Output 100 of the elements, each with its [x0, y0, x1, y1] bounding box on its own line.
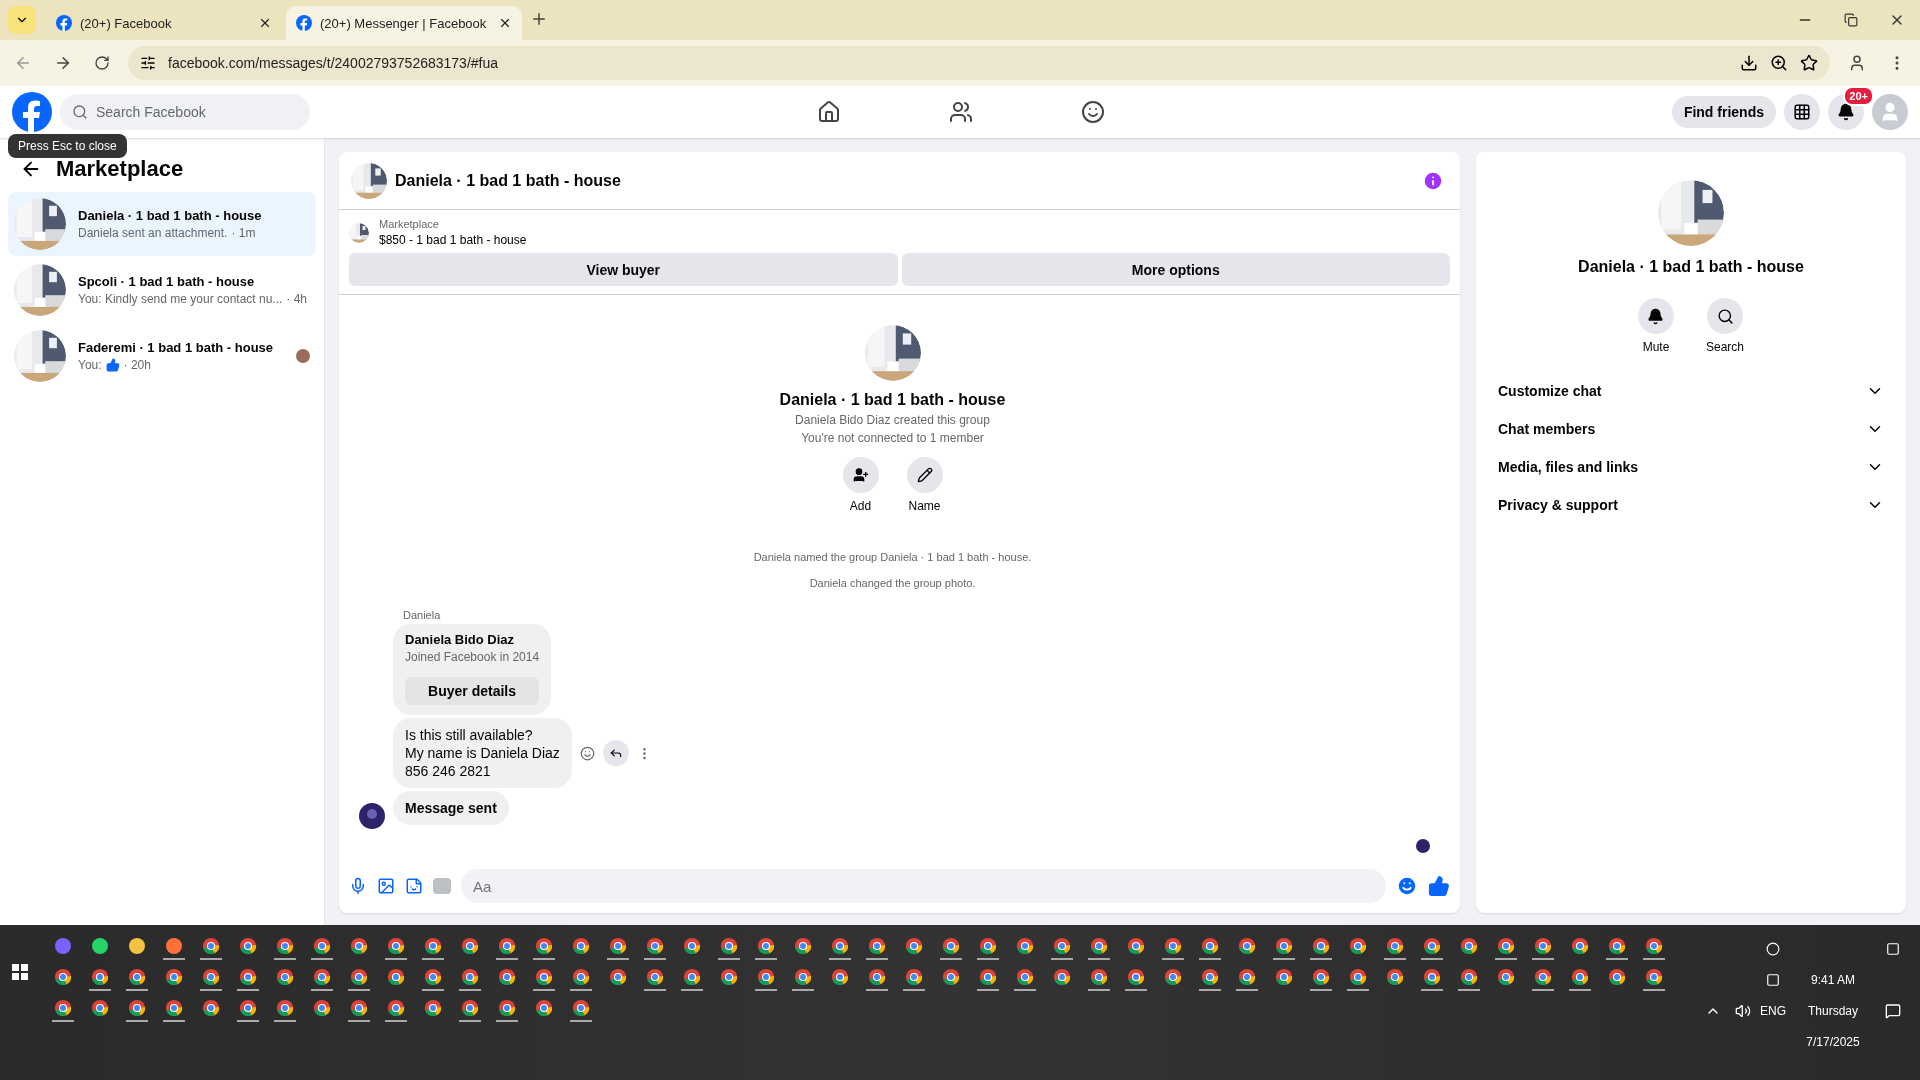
browser-icon[interactable]	[497, 999, 516, 1017]
browser-icon[interactable]	[1200, 968, 1219, 986]
browser-icon[interactable]	[312, 937, 331, 955]
browser-icon[interactable]	[275, 968, 294, 986]
browser-icon[interactable]	[1274, 937, 1293, 955]
search-button[interactable]	[1707, 298, 1743, 334]
menu-grid-button[interactable]	[1784, 94, 1820, 130]
conversation-item[interactable]: Spcoli · 1 bad 1 bath - house You: Kindly send me your contact nu... · 4h	[8, 258, 316, 322]
browser-icon[interactable]	[682, 968, 701, 986]
browser-icon[interactable]	[1126, 937, 1145, 955]
details-section[interactable]: Customize chat	[1490, 372, 1892, 410]
details-section[interactable]: Media, files and links	[1490, 448, 1892, 486]
browser-icon[interactable]	[460, 968, 479, 986]
home-icon[interactable]	[816, 100, 841, 124]
browser-icon[interactable]	[756, 968, 775, 986]
bookmark-icon[interactable]	[1800, 54, 1818, 72]
profile-icon[interactable]	[1848, 54, 1866, 72]
site-info-icon[interactable]	[140, 55, 156, 71]
browser-icon[interactable]	[1311, 968, 1330, 986]
browser-icon[interactable]	[1089, 968, 1108, 986]
action-button[interactable]: More options	[901, 253, 1450, 286]
browser-icon[interactable]	[201, 968, 220, 986]
facebook-logo[interactable]	[296, 15, 312, 31]
browser-icon[interactable]	[1163, 937, 1182, 955]
browser-icon[interactable]	[164, 968, 183, 986]
browser-icon[interactable]	[1237, 937, 1256, 955]
browser-icon[interactable]	[238, 937, 257, 955]
browser-icon[interactable]	[978, 968, 997, 986]
browser-icon[interactable]	[682, 937, 701, 955]
new-tab-icon[interactable]	[530, 10, 548, 28]
browser-icon[interactable]	[534, 937, 553, 955]
browser-icon[interactable]	[571, 968, 590, 986]
browser-icon[interactable]	[349, 937, 368, 955]
browser-icon[interactable]	[1385, 968, 1404, 986]
browser-icon[interactable]	[349, 968, 368, 986]
edit-button[interactable]	[906, 457, 943, 493]
browser-icon[interactable]	[793, 937, 812, 955]
browser-icon[interactable]	[1311, 937, 1330, 955]
microphone-icon[interactable]	[349, 877, 367, 895]
browser-icon[interactable]	[1015, 968, 1034, 986]
reply-button[interactable]	[602, 740, 629, 766]
browser-icon[interactable]	[423, 937, 442, 955]
friends-icon[interactable]	[948, 100, 973, 124]
browser-icon[interactable]	[164, 999, 183, 1017]
browser-icon[interactable]	[1126, 968, 1145, 986]
browser-icon[interactable]	[904, 937, 923, 955]
browser-icon[interactable]	[1015, 937, 1034, 955]
browser-icon[interactable]	[460, 937, 479, 955]
browser-icon[interactable]	[1570, 968, 1589, 986]
language-indicator[interactable]: ENG	[1760, 1003, 1786, 1018]
browser-icon[interactable]	[201, 999, 220, 1017]
browser-icon[interactable]	[1533, 937, 1552, 955]
browser-icon[interactable]	[1607, 968, 1626, 986]
conversation-item[interactable]: Daniela · 1 bad 1 bath - house Daniela sent an attachment. · 1m	[8, 192, 316, 256]
mute-button[interactable]	[1638, 298, 1674, 334]
like-button[interactable]	[1428, 875, 1450, 897]
windows-icon[interactable]	[12, 964, 28, 980]
browser-icon[interactable]	[1422, 937, 1441, 955]
browser-icon[interactable]	[756, 937, 775, 955]
browser-icon[interactable]	[386, 937, 405, 955]
react-icon[interactable]	[579, 745, 595, 761]
details-section[interactable]: Chat members	[1490, 410, 1892, 448]
browser-icon[interactable]	[1052, 937, 1071, 955]
browser-icon[interactable]	[349, 999, 368, 1017]
browser-icon[interactable]	[978, 937, 997, 955]
info-icon[interactable]	[1422, 169, 1444, 192]
browser-icon[interactable]	[1644, 968, 1663, 986]
browser-tab[interactable]: (20+) Messenger | Facebook	[286, 6, 522, 40]
browser-icon[interactable]	[941, 968, 960, 986]
browser-icon[interactable]	[1496, 968, 1515, 986]
browser-icon[interactable]	[1385, 937, 1404, 955]
notification-center-icon[interactable]	[1885, 1002, 1901, 1019]
browser-icon[interactable]	[1570, 937, 1589, 955]
browser-icon[interactable]	[571, 999, 590, 1017]
browser-icon[interactable]	[497, 937, 516, 955]
browser-icon[interactable]	[1533, 968, 1552, 986]
browser-icon[interactable]	[830, 937, 849, 955]
browser-icon[interactable]	[460, 999, 479, 1017]
action-button[interactable]: View buyer	[349, 253, 898, 286]
browser-tab[interactable]: (20+) Facebook	[46, 6, 282, 40]
browser-icon[interactable]	[90, 999, 109, 1017]
browser-icon[interactable]	[867, 968, 886, 986]
browser-icon[interactable]	[719, 968, 738, 986]
address-bar[interactable]: facebook.com/messages/t/24002793752683173/#fua	[128, 46, 1830, 80]
browser-icon[interactable]	[423, 999, 442, 1017]
close-icon[interactable]	[498, 16, 512, 30]
browser-icon[interactable]	[1607, 937, 1626, 955]
browser-icon[interactable]	[275, 937, 294, 955]
groups-icon[interactable]	[1080, 100, 1105, 124]
forward-icon[interactable]	[54, 54, 72, 72]
browser-icon[interactable]	[53, 999, 72, 1017]
browser-icon[interactable]	[941, 937, 960, 955]
message-input[interactable]: Aa	[461, 869, 1386, 903]
browser-icon[interactable]	[312, 999, 331, 1017]
reload-icon[interactable]	[94, 55, 110, 71]
browser-icon[interactable]	[497, 968, 516, 986]
browser-icon[interactable]	[645, 968, 664, 986]
browser-icon[interactable]	[127, 968, 146, 986]
browser-icon[interactable]	[534, 999, 553, 1017]
find-friends-button[interactable]: Find friends	[1671, 96, 1776, 128]
